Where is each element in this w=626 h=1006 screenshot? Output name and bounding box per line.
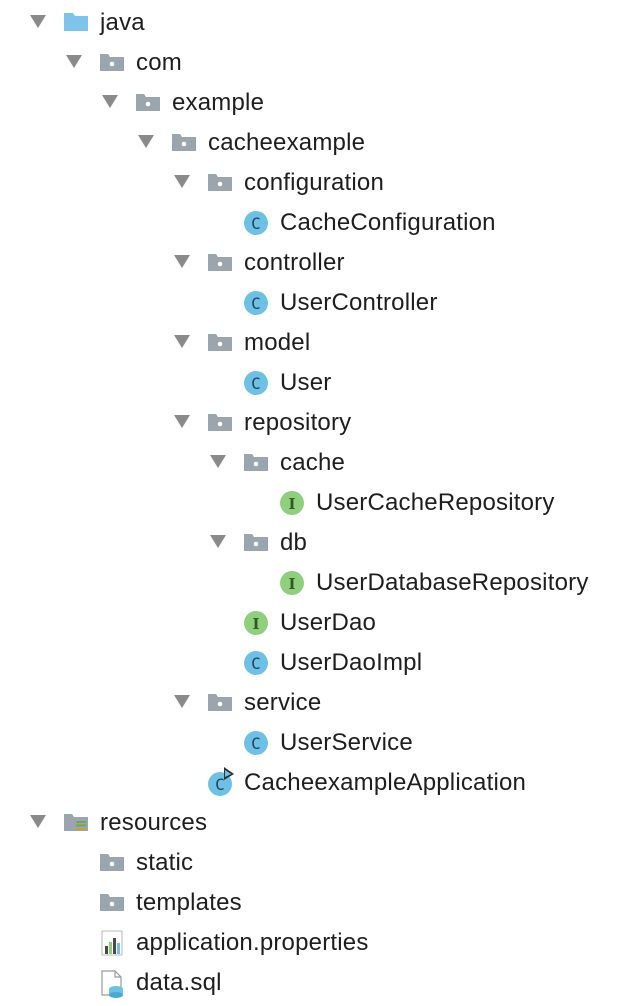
package-folder-icon [241,523,271,563]
tree-item-java[interactable]: java [0,3,626,43]
expand-arrow-icon[interactable] [174,255,190,268]
package-folder-icon [205,163,235,203]
tree-item-label: java [100,9,145,36]
tree-item-label: UserCacheRepository [316,489,555,516]
svg-text:I: I [288,495,295,513]
interface-icon: I [241,603,271,643]
tree-item-label: cache [280,449,346,476]
tree-item-com[interactable]: com [0,43,626,83]
expand-arrow-icon[interactable] [174,335,190,348]
tree-item-label: com [136,49,182,76]
tree-item-cacheconfiguration[interactable]: C CacheConfiguration [0,203,626,243]
tree-item-cacheexampleapplication[interactable]: C CacheexampleApplication [0,763,626,803]
tree-item-label: example [172,89,265,116]
expand-arrow-icon[interactable] [174,175,190,188]
tree-item-label: UserService [280,729,413,756]
interface-icon: I [277,563,307,603]
tree-item-userdaoimpl[interactable]: C UserDaoImpl [0,643,626,683]
package-folder-icon [205,683,235,723]
svg-text:C: C [215,775,225,794]
tree-item-label: CacheConfiguration [280,209,496,236]
tree-item-configuration[interactable]: configuration [0,163,626,203]
package-folder-icon [241,443,271,483]
svg-text:C: C [251,374,261,393]
tree-item-label: static [136,849,194,876]
tree-item-label: cacheexample [208,129,366,156]
tree-item-label: db [280,529,308,556]
class-icon: C [241,723,271,763]
sql-file-icon [97,963,127,1003]
svg-text:C: C [251,214,261,233]
tree-item-label: resources [100,809,208,836]
tree-item-label: model [244,329,311,356]
svg-text:C: C [251,294,261,313]
tree-item-static[interactable]: static [0,843,626,883]
tree-item-label: application.properties [136,929,369,956]
tree-item-label: data.sql [136,969,222,996]
svg-text:I: I [288,575,295,593]
tree-item-label: UserController [280,289,438,316]
tree-item-db[interactable]: db [0,523,626,563]
tree-item-userdatabaserepository[interactable]: I UserDatabaseRepository [0,563,626,603]
resources-folder-icon [61,803,91,843]
expand-arrow-icon[interactable] [66,55,82,68]
tree-item-repository[interactable]: repository [0,403,626,443]
package-folder-icon [205,323,235,363]
package-folder-icon [169,123,199,163]
tree-item-cache[interactable]: cache [0,443,626,483]
tree-item-service[interactable]: service [0,683,626,723]
tree-item-label: User [280,369,332,396]
svg-text:I: I [252,615,259,633]
tree-item-label: repository [244,409,352,436]
tree-item-data-sql[interactable]: data.sql [0,963,626,1003]
tree-item-label: controller [244,249,345,276]
expand-arrow-icon[interactable] [102,95,118,108]
project-tree: java com example cacheexample configuration C… [0,0,626,1006]
tree-item-label: UserDaoImpl [280,649,423,676]
tree-item-templates[interactable]: templates [0,883,626,923]
package-folder-icon [205,403,235,443]
interface-icon: I [277,483,307,523]
package-folder-icon [97,843,127,883]
package-folder-icon [97,43,127,83]
expand-arrow-icon[interactable] [138,135,154,148]
expand-arrow-icon[interactable] [30,815,46,828]
tree-item-usercacherepository[interactable]: I UserCacheRepository [0,483,626,523]
class-icon: C [241,203,271,243]
package-folder-icon [133,83,163,123]
svg-text:C: C [251,734,261,753]
tree-item-controller[interactable]: controller [0,243,626,283]
tree-item-resources[interactable]: resources [0,803,626,843]
package-folder-icon [97,883,127,923]
tree-item-label: UserDatabaseRepository [316,569,589,596]
tree-item-application-properties[interactable]: application.properties [0,923,626,963]
expand-arrow-icon[interactable] [210,535,226,548]
tree-item-label: CacheexampleApplication [244,769,527,796]
tree-item-model[interactable]: model [0,323,626,363]
tree-item-label: service [244,689,322,716]
expand-arrow-icon[interactable] [174,415,190,428]
expand-arrow-icon[interactable] [210,455,226,468]
expand-arrow-icon[interactable] [174,695,190,708]
package-folder-icon [205,243,235,283]
properties-file-icon [97,923,127,963]
expand-arrow-icon[interactable] [30,15,46,28]
tree-item-usercontroller[interactable]: C UserController [0,283,626,323]
source-folder-icon [61,3,91,43]
svg-text:C: C [251,654,261,673]
tree-item-example[interactable]: example [0,83,626,123]
tree-item-userdao[interactable]: I UserDao [0,603,626,643]
class-icon: C [241,643,271,683]
tree-item-user[interactable]: C User [0,363,626,403]
class-icon: C [241,363,271,403]
tree-item-label: UserDao [280,609,377,636]
class-icon: C [241,283,271,323]
spring-boot-class-icon: C [205,763,235,803]
tree-item-userservice[interactable]: C UserService [0,723,626,763]
tree-item-label: templates [136,889,242,916]
tree-item-label: configuration [244,169,385,196]
tree-item-cacheexample[interactable]: cacheexample [0,123,626,163]
